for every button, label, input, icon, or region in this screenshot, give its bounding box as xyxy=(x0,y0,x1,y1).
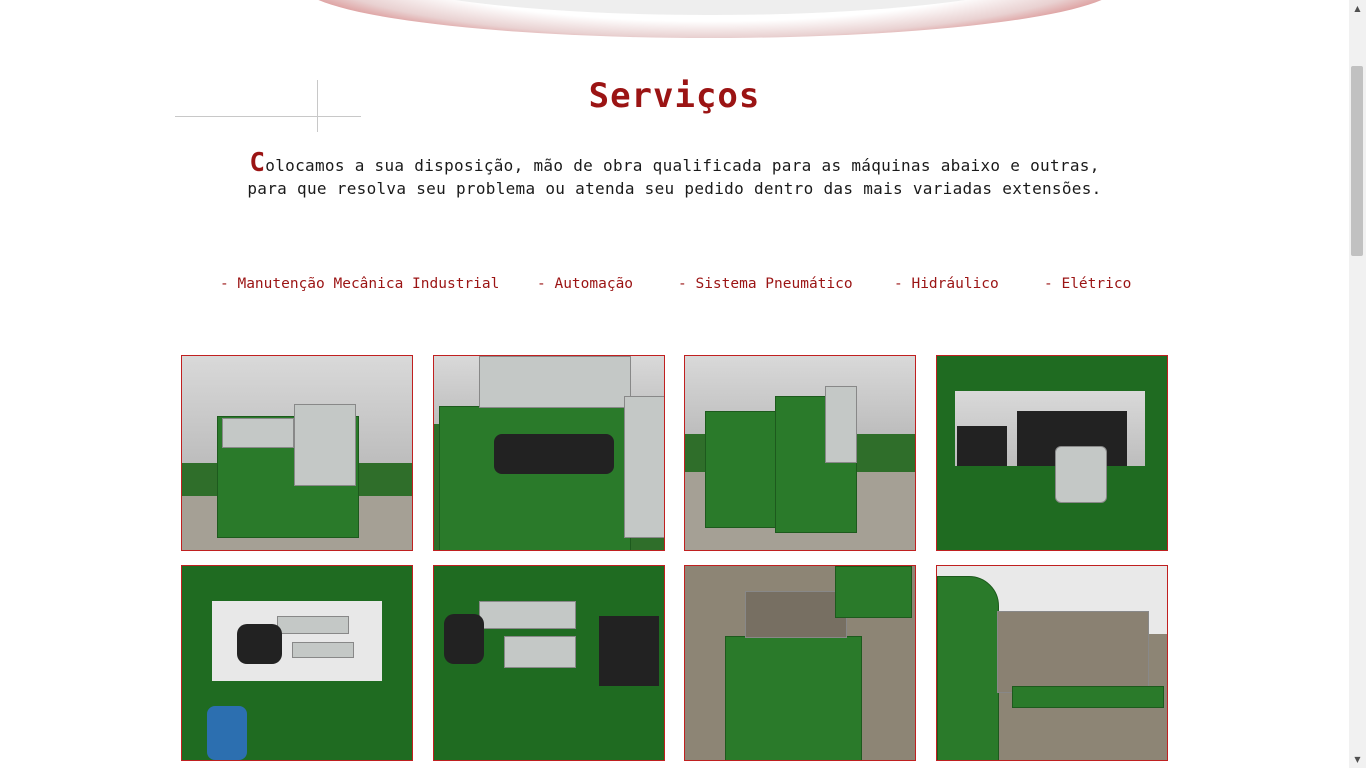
machine-photo-6[interactable] xyxy=(433,565,665,761)
page-title: Serviços xyxy=(588,76,761,116)
service-link-hidraulico[interactable]: - Hidráulico xyxy=(894,276,999,292)
machine-photo-8[interactable] xyxy=(936,565,1168,761)
intro-drop-cap: C xyxy=(249,148,266,178)
service-link-pneumatico[interactable]: - Sistema Pneumático xyxy=(678,276,853,292)
service-link-eletrico[interactable]: - Elétrico xyxy=(1044,276,1131,292)
vertical-scrollbar[interactable]: ▲ ▼ xyxy=(1349,0,1366,768)
services-list: - Manutenção Mecânica Industrial - Autom… xyxy=(220,276,1160,298)
intro-line-1-text: olocamos a sua disposição, mão de obra q… xyxy=(265,156,1100,175)
machine-photo-5[interactable] xyxy=(181,565,413,761)
machine-photo-4[interactable] xyxy=(936,355,1168,551)
decorative-line-horizontal xyxy=(175,116,361,117)
machine-photo-2[interactable] xyxy=(433,355,665,551)
scroll-up-icon[interactable]: ▲ xyxy=(1349,0,1366,17)
scroll-down-icon[interactable]: ▼ xyxy=(1349,751,1366,768)
scrollbar-thumb[interactable] xyxy=(1351,66,1363,256)
service-link-automacao[interactable]: - Automação xyxy=(537,276,633,292)
machine-photo-3[interactable] xyxy=(684,355,916,551)
machine-photo-1[interactable] xyxy=(181,355,413,551)
service-link-manutencao[interactable]: - Manutenção Mecânica Industrial xyxy=(220,276,499,292)
machine-photo-7[interactable] xyxy=(684,565,916,761)
intro-text: Colocamos a sua disposição, mão de obra … xyxy=(0,150,1349,200)
intro-line-1: Colocamos a sua disposição, mão de obra … xyxy=(0,150,1349,177)
intro-line-2: para que resolva seu problema ou atenda … xyxy=(247,179,1102,198)
